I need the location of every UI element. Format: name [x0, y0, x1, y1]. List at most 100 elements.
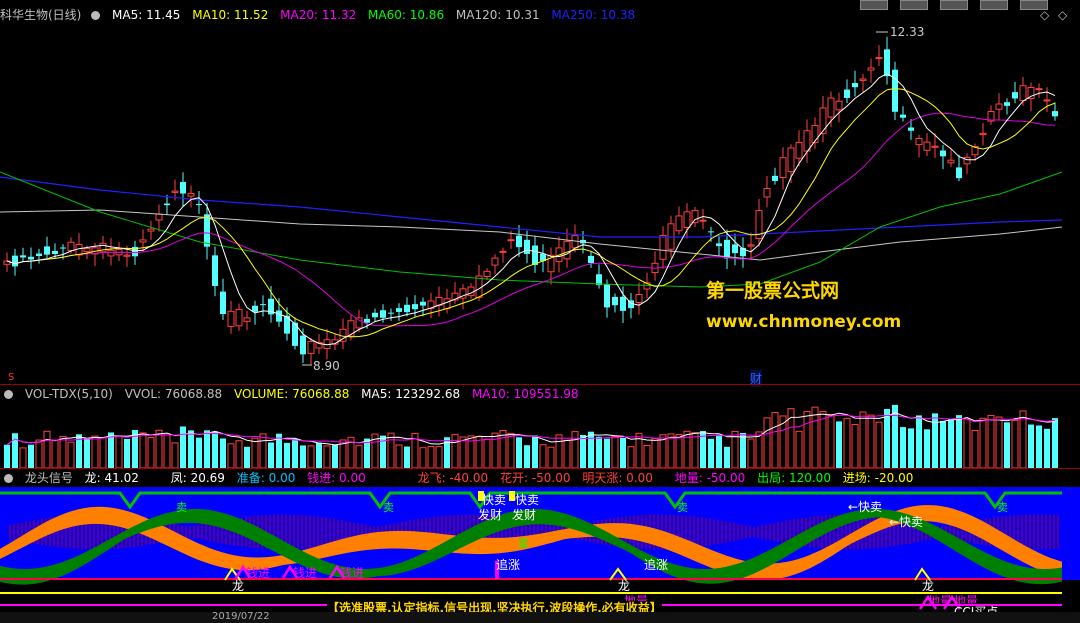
candle	[995, 93, 1003, 120]
volume-bar	[1044, 428, 1050, 468]
volume-bar	[516, 437, 522, 468]
candle	[243, 310, 251, 331]
ground-volume-mark: 地量	[928, 594, 953, 608]
candle	[99, 235, 107, 260]
candle	[36, 248, 42, 264]
vol-ma5-label: MA5: 123292.68	[361, 387, 461, 401]
volume-bar	[1052, 418, 1058, 468]
candle	[612, 293, 618, 313]
volume-bar	[539, 444, 547, 468]
volume-bar	[323, 445, 331, 468]
volume-bar	[611, 435, 619, 468]
candle	[604, 279, 610, 318]
ma5-label: MA5: 11.45	[112, 8, 181, 22]
volume-bar	[708, 438, 714, 468]
settings-dot-icon[interactable]	[4, 390, 13, 399]
dragon-mark: 龙	[232, 579, 245, 593]
main-candlestick-chart[interactable]	[0, 22, 1080, 384]
candle	[412, 295, 418, 318]
signal-header: 龙头信号 龙: 41.02 凤: 20.69 准备: 0.00 钱进: 0.00…	[0, 469, 921, 487]
volume-bar	[995, 416, 1003, 468]
volume-bar	[908, 428, 914, 468]
blossom-value: 花开: -50.00	[499, 471, 571, 485]
volume-bar	[124, 438, 130, 468]
volume-bar	[35, 439, 43, 468]
candle	[220, 278, 226, 320]
feng-value: 凤: 20.69	[170, 471, 225, 485]
volume-bar	[507, 432, 515, 468]
volume-bar	[147, 437, 155, 468]
volume-bar	[59, 435, 67, 468]
candle	[396, 303, 402, 321]
volume-bar	[435, 446, 443, 468]
candle	[427, 292, 435, 319]
settings-dot-icon[interactable]	[4, 474, 13, 483]
volume-bar	[251, 437, 259, 468]
volume-bar	[771, 411, 779, 468]
volume-bar	[716, 434, 722, 468]
volume-bar	[163, 434, 171, 468]
volume-bar	[292, 438, 298, 468]
candle	[1035, 83, 1043, 98]
rise-tomorrow-value: 明天涨: 0.00	[582, 471, 653, 485]
volume-bar	[859, 411, 867, 468]
volume-bar	[604, 438, 610, 468]
ma250-label: MA250: 10.38	[551, 8, 636, 22]
volume-bar	[571, 431, 579, 468]
volume-bar	[979, 417, 987, 468]
candle	[164, 194, 170, 215]
s-marker: S	[8, 372, 15, 383]
candle	[859, 73, 867, 93]
volume-chart[interactable]	[0, 400, 1080, 468]
sell-mark: 卖	[518, 537, 529, 550]
watermark-url: www.chnmoney.com	[706, 312, 902, 332]
candle	[875, 45, 883, 66]
volume-bar	[244, 446, 250, 468]
toolbar-button[interactable]	[980, 0, 1008, 10]
toolbar-button[interactable]	[860, 0, 888, 10]
volume-bar	[547, 446, 555, 468]
candle	[115, 242, 123, 262]
long-value: 龙: 41.02	[84, 471, 139, 485]
volume-bar	[1028, 424, 1034, 468]
volume-bar	[180, 426, 186, 468]
volume-bar	[900, 427, 906, 468]
chevron-diamond-icon[interactable]: ◇	[1040, 8, 1049, 22]
candle	[892, 61, 898, 121]
candle	[235, 303, 243, 331]
candle	[532, 235, 538, 273]
money-in-value: 钱进: 0.00	[307, 471, 366, 485]
volume-bar	[235, 440, 243, 468]
volume-bar	[115, 435, 123, 468]
volume-bar	[99, 437, 107, 468]
volume-bar	[4, 444, 10, 468]
diamond-icon[interactable]: ◇	[1058, 8, 1067, 22]
candle	[1012, 81, 1018, 104]
volume-bar	[268, 442, 274, 468]
volume-bar	[108, 432, 114, 468]
volume-bar	[12, 433, 18, 468]
candle	[563, 228, 571, 268]
ma10-label: MA10: 11.52	[192, 8, 269, 22]
ma5-line	[6, 73, 1056, 346]
volume-bar	[524, 445, 530, 468]
candle	[772, 167, 778, 185]
candle	[227, 301, 235, 334]
candle	[596, 264, 602, 289]
candle	[923, 133, 931, 156]
candle	[867, 58, 875, 83]
settings-dot-icon[interactable]	[91, 11, 101, 20]
candle	[691, 206, 699, 228]
volume-bar	[459, 436, 467, 468]
candle	[732, 233, 738, 266]
sell-mark: 卖	[997, 501, 1008, 514]
volume-bar	[795, 430, 803, 468]
toolbar-button[interactable]	[940, 0, 968, 10]
volume-bar	[627, 446, 635, 468]
toolbar-button[interactable]	[900, 0, 928, 10]
candle	[915, 134, 923, 158]
candle	[540, 244, 546, 273]
ma120-label: MA120: 10.31	[455, 8, 540, 22]
ground-volume-value: 地量: -50.00	[674, 471, 746, 485]
volume-bar	[171, 442, 179, 468]
